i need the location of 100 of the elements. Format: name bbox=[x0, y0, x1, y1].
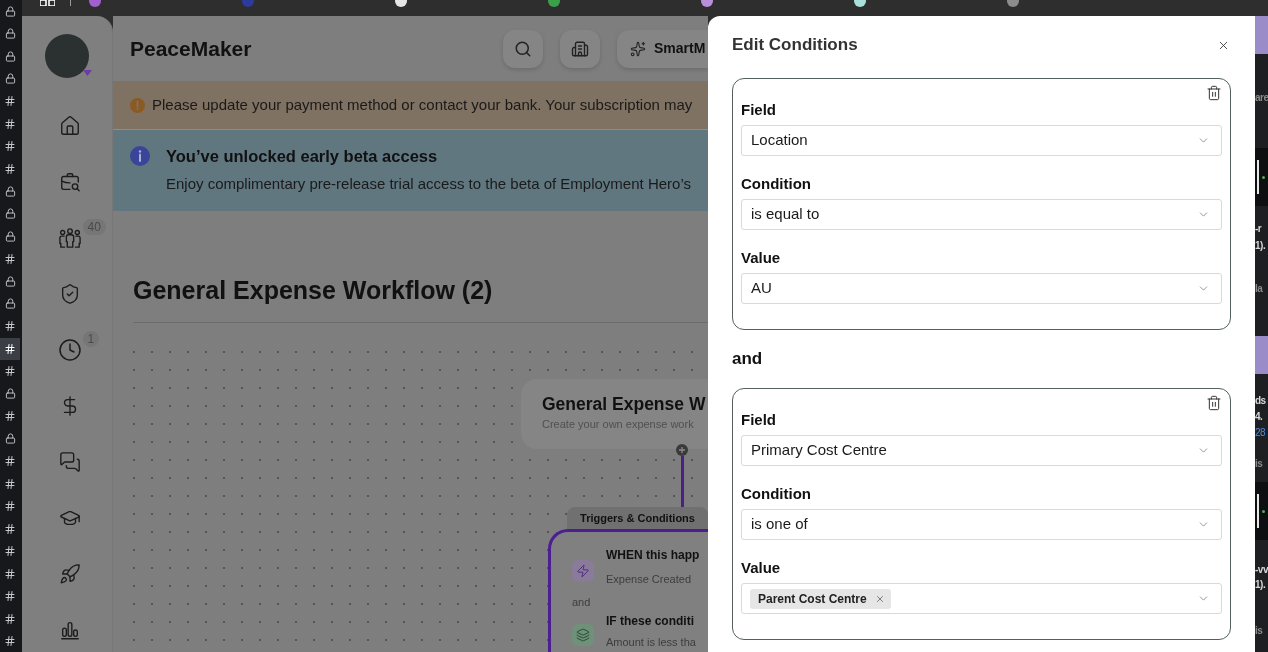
lock-icon bbox=[4, 208, 16, 220]
hash-icon bbox=[4, 500, 16, 513]
lock-icon bbox=[4, 73, 16, 85]
field-label: Field bbox=[741, 101, 777, 119]
delete-icon[interactable] bbox=[1206, 395, 1222, 411]
hash-icon bbox=[4, 612, 16, 625]
page-title: General Expense Workflow (2) bbox=[133, 276, 494, 305]
image-placeholder bbox=[1255, 482, 1268, 540]
tag: Parent Cost Centre bbox=[750, 588, 891, 609]
step-detail: Amount is less tha bbox=[606, 636, 696, 649]
lightning-icon bbox=[572, 560, 594, 582]
info-icon bbox=[130, 146, 150, 166]
lock-icon bbox=[4, 28, 16, 40]
hash-icon bbox=[4, 320, 16, 333]
hash-icon bbox=[4, 410, 16, 423]
warning-icon bbox=[130, 97, 145, 113]
hash-icon bbox=[4, 455, 16, 468]
home-icon bbox=[58, 115, 81, 137]
search-button[interactable] bbox=[503, 29, 543, 68]
cut-off-text: ds bbox=[1255, 394, 1267, 408]
field-label: Field bbox=[741, 411, 777, 429]
banner-text: Enjoy complimentary pre-release trial access to the beta of Employment Hero’s bbox=[166, 175, 691, 192]
bookmark-favicon-icon[interactable] bbox=[854, 0, 866, 7]
section-label: Triggers & Conditions bbox=[567, 507, 708, 529]
bar-chart-icon bbox=[58, 619, 81, 641]
nav-button[interactable] bbox=[56, 225, 83, 251]
delete-icon[interactable] bbox=[1206, 85, 1222, 101]
step-title: WHEN this happ bbox=[606, 548, 700, 563]
cut-off-link[interactable]: 28 bbox=[1255, 426, 1268, 440]
nav-button[interactable] bbox=[56, 337, 83, 363]
hash-icon bbox=[4, 252, 16, 265]
cut-off-text: 1). bbox=[1255, 578, 1267, 592]
banner-title: You’ve unlocked early beta access bbox=[166, 146, 439, 166]
company-name: PeaceMaker bbox=[130, 35, 253, 62]
cut-off-text: la bbox=[1255, 282, 1264, 296]
lock-icon bbox=[4, 298, 16, 310]
rocket-icon bbox=[58, 563, 81, 585]
hash-icon bbox=[4, 365, 16, 378]
header-strip bbox=[1255, 336, 1268, 374]
select-field[interactable]: Location bbox=[741, 125, 1222, 156]
people-group-icon bbox=[57, 227, 82, 249]
hash-icon bbox=[4, 590, 16, 603]
step-detail: Expense Created bbox=[606, 573, 692, 586]
cut-off-text: is bbox=[1255, 624, 1264, 638]
hash-icon bbox=[4, 477, 16, 490]
lock-icon bbox=[4, 230, 16, 242]
lock-icon bbox=[4, 50, 16, 62]
bookmark-favicon-icon[interactable] bbox=[701, 0, 713, 7]
step-title: IF these conditi bbox=[606, 614, 695, 629]
hash-icon bbox=[4, 522, 16, 535]
search-icon bbox=[514, 39, 532, 58]
cut-off-text: -r bbox=[1255, 222, 1263, 236]
trigger-conditions-card[interactable]: WHEN this happ Expense Created and IF these conditi Amount is less tha bbox=[548, 529, 708, 652]
cut-off-text: -vv bbox=[1255, 563, 1268, 577]
select-field[interactable]: Primary Cost Centre bbox=[741, 435, 1222, 466]
banner-text: Please update your payment method or contact your bank. Your subscription may bbox=[152, 94, 693, 115]
cut-off-text: 1). bbox=[1255, 239, 1267, 253]
apps-grid-icon[interactable] bbox=[40, 0, 55, 6]
chat-bubbles-icon bbox=[58, 451, 81, 473]
cut-off-text: 4. bbox=[1255, 410, 1264, 424]
connector-line bbox=[681, 456, 684, 507]
joiner-text: and bbox=[572, 596, 592, 609]
avatar[interactable] bbox=[45, 34, 89, 78]
hash-icon bbox=[4, 95, 16, 108]
lock-icon bbox=[4, 275, 16, 287]
bookmark-favicon-icon[interactable] bbox=[395, 0, 407, 7]
assistant-button[interactable]: SmartM bbox=[617, 29, 708, 68]
lock-icon bbox=[4, 433, 16, 445]
briefcase-search-icon bbox=[58, 171, 81, 193]
add-step-icon[interactable] bbox=[676, 444, 688, 456]
joiner-text: and bbox=[732, 349, 764, 369]
select-field[interactable]: is equal to bbox=[741, 199, 1222, 230]
field-label: Condition bbox=[741, 175, 812, 193]
hash-icon bbox=[4, 342, 16, 355]
layers-icon bbox=[572, 624, 594, 646]
cut-off-text: is bbox=[1255, 457, 1264, 471]
hash-icon bbox=[4, 635, 16, 648]
hash-icon bbox=[4, 117, 16, 130]
hash-icon bbox=[4, 140, 16, 153]
select-field[interactable]: Parent Cost Centre bbox=[741, 583, 1222, 614]
select-field[interactable]: AU bbox=[741, 273, 1222, 304]
building-icon bbox=[571, 39, 589, 58]
field-label: Value bbox=[741, 559, 782, 577]
hash-icon bbox=[4, 162, 16, 175]
remove-icon[interactable] bbox=[874, 593, 885, 604]
lock-icon bbox=[4, 185, 16, 197]
header-strip bbox=[1255, 16, 1268, 54]
cut-off-text: are bbox=[1255, 91, 1268, 105]
hash-icon bbox=[4, 545, 16, 558]
panel-title: Edit Conditions bbox=[732, 35, 858, 55]
select-field[interactable]: is one of bbox=[741, 509, 1222, 540]
sparkle-icon bbox=[630, 40, 646, 57]
lock-icon bbox=[4, 388, 16, 400]
image-placeholder bbox=[1255, 148, 1268, 206]
node-title: General Expense W bbox=[542, 394, 707, 414]
field-label: Condition bbox=[741, 485, 812, 503]
company-button[interactable] bbox=[560, 29, 600, 68]
clock-icon bbox=[57, 338, 82, 362]
hash-icon bbox=[4, 567, 16, 580]
lock-icon bbox=[4, 5, 16, 17]
